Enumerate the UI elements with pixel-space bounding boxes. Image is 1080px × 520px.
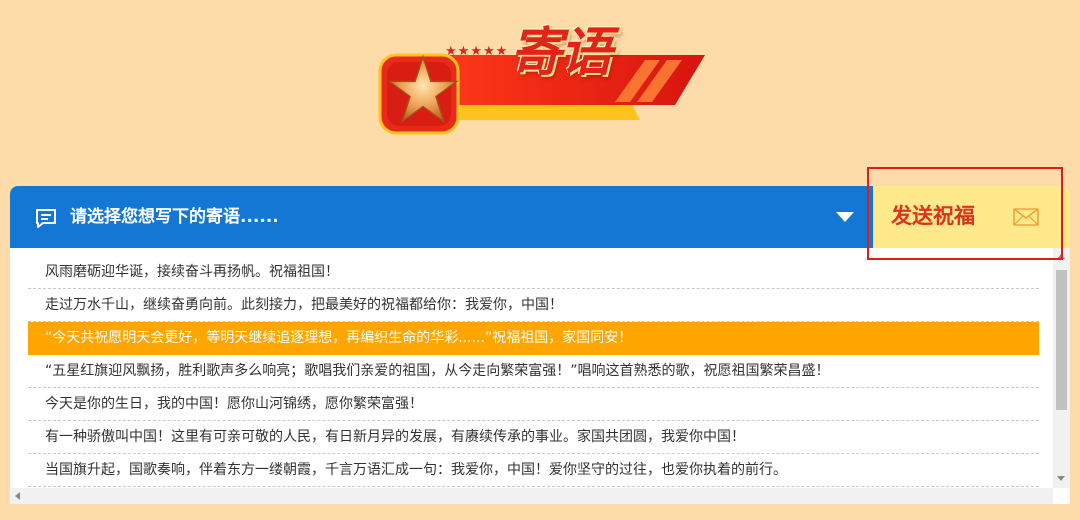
chat-bubble-icon xyxy=(36,209,56,228)
scroll-left-icon[interactable] xyxy=(15,492,20,500)
scroll-down-icon[interactable] xyxy=(1057,476,1065,481)
vertical-scrollbar[interactable] xyxy=(1053,248,1070,488)
scrollbar-thumb[interactable] xyxy=(1056,270,1067,410)
scroll-up-icon[interactable] xyxy=(1057,254,1065,259)
select-placeholder: 请选择您想写下的寄语...... xyxy=(70,207,279,227)
list-item[interactable]: 有一种骄傲叫中国！这里有可亲可敬的人民，有日新月异的发展，有赓续传承的事业。家国… xyxy=(28,421,1039,454)
list-item[interactable]: 走过万水千山，继续奋勇向前。此刻接力，把最美好的祝福都给你：我爱你，中国！ xyxy=(28,289,1039,322)
page-title: 寄语 xyxy=(510,22,612,83)
message-select-dropdown[interactable]: 请选择您想写下的寄语...... xyxy=(10,186,868,248)
horizontal-scrollbar[interactable] xyxy=(10,488,1053,504)
send-blessing-button[interactable]: 发送祝福 xyxy=(868,186,1070,248)
list-item[interactable]: “五星红旗迎风飘扬，胜利歌声多么响亮；歌唱我们亲爱的祖国，从今走向繁荣富强！”唱… xyxy=(28,355,1039,388)
banner-stars: ★★★★★ xyxy=(445,44,509,59)
star-emblem-icon xyxy=(387,54,459,124)
list-item[interactable]: 今天是你的生日，我的中国！愿你山河锦绣，愿你繁荣富强！ xyxy=(28,388,1039,421)
message-list: 风雨磨砺迎华诞，接续奋斗再扬帆。祝福祖国！ 走过万水千山，继续奋勇向前。此刻接力，… xyxy=(28,256,1039,487)
message-panel: 请选择您想写下的寄语...... 发送祝福 风雨磨砺迎华诞，接续奋斗再扬帆。祝福… xyxy=(10,186,1070,504)
message-list-container: 风雨磨砺迎华诞，接续奋斗再扬帆。祝福祖国！ 走过万水千山，继续奋勇向前。此刻接力，… xyxy=(10,248,1070,504)
list-item[interactable]: 风雨磨砺迎华诞，接续奋斗再扬帆。祝福祖国！ xyxy=(28,256,1039,289)
send-blessing-label: 发送祝福 xyxy=(891,204,975,228)
list-item-selected[interactable]: “今天共祝愿明天会更好，等明天继续追逐理想，再编织生命的华彩......”祝福祖… xyxy=(28,322,1039,355)
list-item[interactable]: 当国旗升起，国歌奏响，伴着东方一缕朝霞，千言万语汇成一句：我爱你，中国！爱你坚守… xyxy=(28,454,1039,487)
envelope-icon xyxy=(1013,208,1039,226)
caret-down-icon[interactable] xyxy=(836,212,854,222)
